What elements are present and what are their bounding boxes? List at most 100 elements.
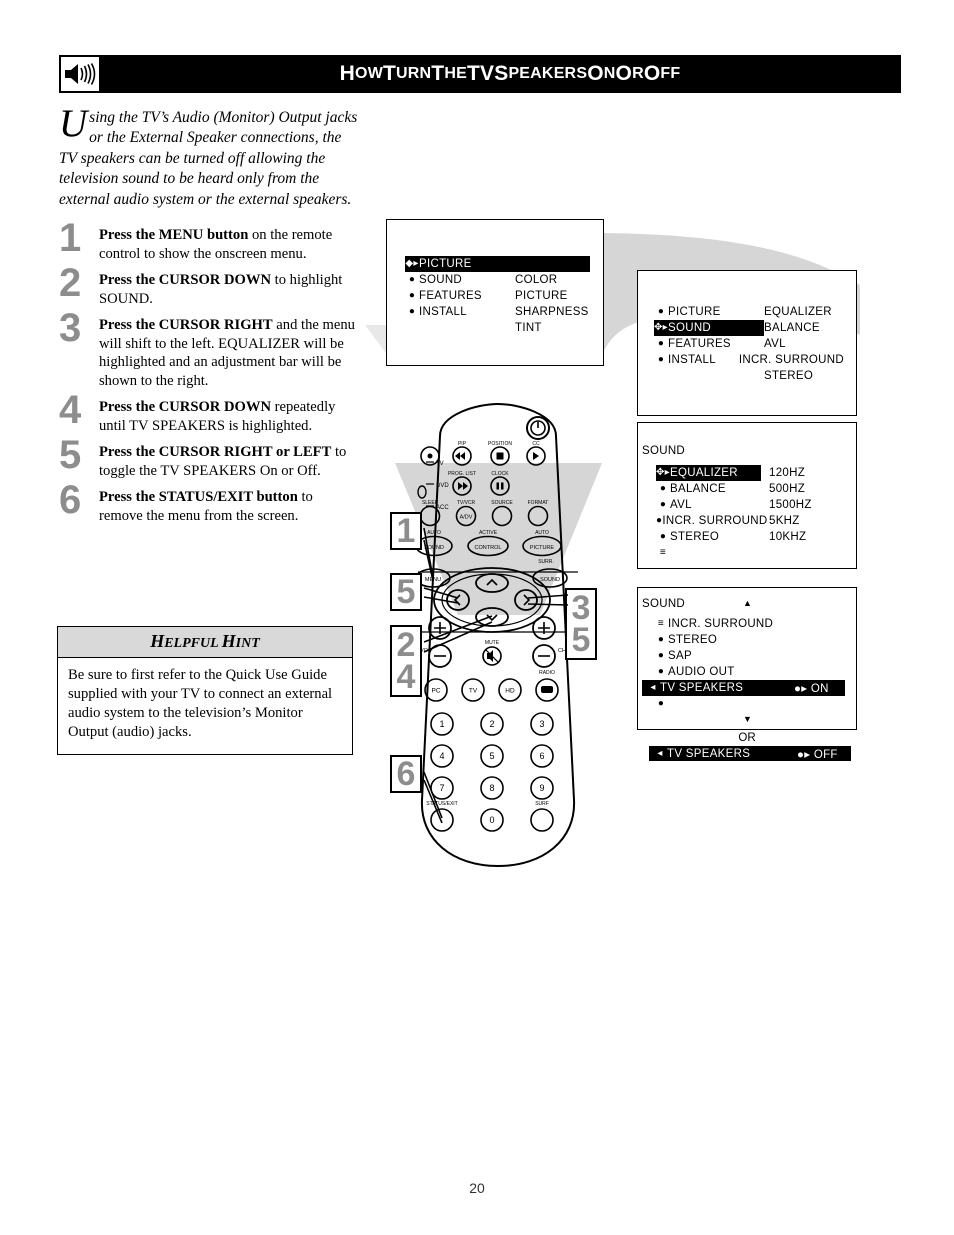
osd-row-value: INCR. SURROUND	[738, 354, 844, 366]
osd-row-value: ●▸ ON	[794, 681, 829, 695]
callout-leader-lines	[423, 527, 569, 824]
osd-row[interactable]: ● INCR. SURROUND 5KHZ	[656, 513, 841, 529]
osd-row-label: SAP	[668, 650, 692, 662]
osd-row[interactable]: ≡ INCR. SURROUND	[654, 616, 854, 632]
osd-row-label: PICTURE	[419, 258, 472, 270]
osd-title: SOUND	[642, 445, 686, 457]
osd-row-label: INCR. SURROUND	[662, 515, 768, 527]
osd-row[interactable]: ● SOUND COLOR	[405, 272, 590, 288]
step-number: 6	[59, 478, 82, 523]
scroll-indicator-icon: ≡	[657, 618, 665, 629]
cursor-updown-icon: ✥▸	[656, 467, 670, 478]
bullet-icon: ●	[657, 306, 665, 317]
step-bold: Press the CURSOR DOWN	[99, 399, 272, 416]
step-item: 6 Press the STATUS/EXIT button to remove…	[59, 480, 359, 525]
osd-row[interactable]: STEREO	[654, 368, 844, 384]
step-number: 4	[59, 388, 82, 433]
step-bold: Press the CURSOR DOWN	[99, 272, 272, 289]
helpful-hint-title: HELPFUL HINT	[58, 627, 352, 658]
osd-row[interactable]: ✥▸ SOUND BALANCE	[654, 320, 844, 336]
osd-row-label: TV SPEAKERS	[667, 747, 751, 760]
osd-row[interactable]: ● SAP	[654, 648, 854, 664]
scroll-indicator-icon: ≡	[659, 547, 667, 558]
step-number: 2	[59, 261, 82, 306]
osd-title: SOUND	[642, 598, 686, 610]
osd-menu-equalizer: SOUND ✥▸ EQUALIZER 120HZ ● BALANCE 500HZ ●…	[637, 422, 857, 569]
drop-cap: U	[59, 102, 88, 145]
bullet-icon: ●	[657, 698, 665, 709]
osd-tv-speakers-off-row[interactable]: ◂ TV SPEAKERS ●▸ OFF	[649, 746, 851, 761]
cursor-updown-icon: ◆▸	[405, 258, 419, 269]
step-text: Press the MENU button on the remote cont…	[99, 226, 359, 263]
bullet-icon: ●	[659, 483, 667, 494]
osd-row-label: SOUND	[419, 274, 463, 286]
osd-row[interactable]: ● STEREO 10KHZ	[656, 529, 841, 545]
cursor-leftright-icon: ●▸	[794, 683, 811, 695]
intro-text: sing the TV’s Audio (Monitor) Output jac…	[59, 109, 358, 208]
bullet-icon: ●	[408, 274, 416, 285]
osd-row-value: ●▸ OFF	[797, 747, 838, 761]
osd-row-label: AUDIO OUT	[668, 666, 735, 678]
helpful-hint-box: HELPFUL HINT Be sure to first refer to t…	[57, 626, 353, 755]
osd-row[interactable]: ● AUDIO OUT	[654, 664, 854, 680]
bullet-icon: ●	[408, 306, 416, 317]
osd-row[interactable]: ● FEATURES AVL	[654, 336, 844, 352]
step-number: 1	[59, 216, 82, 260]
osd-row[interactable]: ● BALANCE 500HZ	[656, 481, 841, 497]
step-item: 5 Press the CURSOR RIGHT or LEFT to togg…	[59, 435, 359, 480]
osd-row-value: EQUALIZER	[764, 306, 832, 318]
osd-row[interactable]: ● AVL 1500HZ	[656, 497, 841, 513]
step-text: Press the CURSOR RIGHT and the menu will…	[99, 316, 359, 390]
bullet-icon: ●	[657, 666, 665, 677]
osd-row-label: EQUALIZER	[670, 467, 738, 479]
osd-row-label: BALANCE	[670, 483, 726, 495]
bullet-icon: ●	[657, 634, 665, 645]
osd-row[interactable]: ● INSTALL SHARPNESS	[405, 304, 590, 320]
osd-value-text: ON	[810, 683, 829, 695]
osd-row[interactable]: ≡	[656, 545, 841, 561]
step-text: Press the CURSOR DOWN to highlight SOUND…	[99, 271, 359, 308]
bullet-icon: ●	[659, 499, 667, 510]
osd-row-label: INSTALL	[668, 354, 716, 366]
bullet-icon: ●	[657, 338, 665, 349]
osd-row-value: PICTURE	[515, 290, 568, 302]
step-item: 2 Press the CURSOR DOWN to highlight SOU…	[59, 263, 359, 308]
intro-paragraph: Using the TV’s Audio (Monitor) Output ja…	[59, 102, 359, 210]
osd-row-value: 1500HZ	[769, 499, 812, 511]
bullet-icon: ●	[657, 650, 665, 661]
step-item: 1 Press the MENU button on the remote co…	[59, 218, 359, 263]
osd-row[interactable]: ● INSTALL INCR. SURROUND	[654, 352, 844, 368]
osd-row-value: SHARPNESS	[515, 306, 589, 318]
osd-row[interactable]: ● STEREO	[654, 632, 854, 648]
step-text: Press the STATUS/EXIT button to remove t…	[99, 488, 359, 525]
osd-row[interactable]: TINT	[405, 320, 590, 336]
osd-row-label: STEREO	[668, 634, 718, 646]
page-title: H OW T URN T HE TV S PEAKERS ON OR O FF	[339, 62, 681, 85]
osd-row[interactable]: ● FEATURES PICTURE	[405, 288, 590, 304]
osd-or-label: OR	[738, 732, 756, 744]
osd-row[interactable]: ●	[654, 696, 854, 712]
scroll-up-icon: ▲	[743, 598, 753, 608]
osd-row-label: FEATURES	[668, 338, 731, 350]
osd-row-value: BALANCE	[764, 322, 820, 334]
osd-row[interactable]: ◆▸ PICTURE BRIGHTNESS	[405, 256, 590, 272]
osd-row-selected[interactable]: ◂ TV SPEAKERS ●▸ ON	[642, 680, 845, 696]
osd-menu-sound-selected: ● PICTURE EQUALIZER ✥▸ SOUND BALANCE ● FEAT…	[637, 270, 857, 416]
step-text: Press the CURSOR RIGHT or LEFT to toggle…	[99, 443, 359, 480]
osd-row-value: TINT	[515, 322, 542, 334]
osd-row-label: INSTALL	[419, 306, 467, 318]
osd-row-label: INCR. SURROUND	[668, 618, 774, 630]
cursor-left-icon: ◂	[657, 747, 663, 759]
osd-row[interactable]: ● PICTURE EQUALIZER	[654, 304, 844, 320]
bullet-icon: ●	[657, 354, 665, 365]
osd-row[interactable]: ✥▸ EQUALIZER 120HZ	[656, 465, 841, 481]
osd-row-value: 5KHZ	[769, 515, 800, 527]
osd-row-label: TV SPEAKERS	[660, 682, 744, 694]
step-item: 4 Press the CURSOR DOWN repeatedly until…	[59, 390, 359, 435]
speaker-sound-icon	[59, 55, 101, 93]
step-number: 3	[59, 306, 82, 351]
osd-menu-tv-speakers: SOUND ▲ ≡ INCR. SURROUND ● STEREO ● SAP ● AU…	[637, 587, 857, 730]
steps-list: 1 Press the MENU button on the remote co…	[59, 218, 359, 533]
osd-row-value: 10KHZ	[769, 531, 807, 543]
osd-menu-picture: ◆▸ PICTURE BRIGHTNESS ● SOUND COLOR ● FEATU…	[386, 219, 604, 366]
